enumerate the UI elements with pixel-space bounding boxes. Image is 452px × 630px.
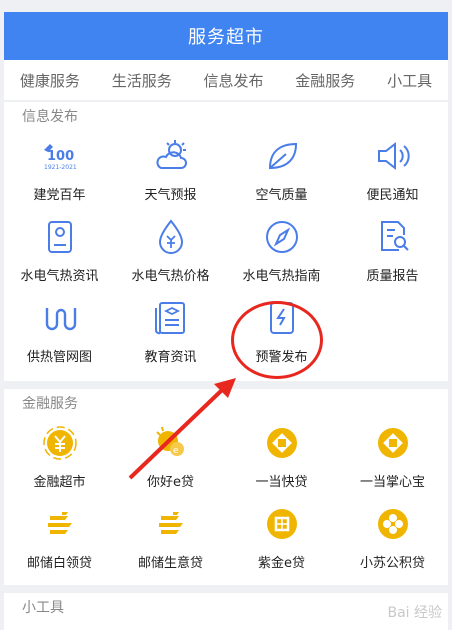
service-air-quality[interactable]: 空气质量 <box>226 132 337 213</box>
service-label: 水电气热资讯 <box>20 269 99 284</box>
service-notice[interactable]: 便民通知 <box>337 132 448 213</box>
section-divider <box>4 381 448 389</box>
service-label: 邮储生意贷 <box>137 556 203 571</box>
service-label: 水电气热价格 <box>131 269 210 284</box>
service-education-news[interactable]: 教育资讯 <box>115 294 226 375</box>
tab-tools[interactable]: 小工具 <box>383 70 436 91</box>
service-label: 预警发布 <box>255 350 308 365</box>
section-divider <box>4 585 448 593</box>
service-heating-network[interactable]: 供热管网图 <box>4 294 115 375</box>
weather-icon <box>155 140 187 169</box>
service-warning[interactable]: 预警发布 <box>226 294 337 375</box>
pipe-network-icon <box>45 308 76 331</box>
svg-text:100: 100 <box>47 149 74 164</box>
service-label: 便民通知 <box>366 188 419 203</box>
service-label: 质量报告 <box>366 269 419 284</box>
document-person-icon <box>47 221 72 253</box>
zijin-icon <box>266 509 297 539</box>
page-header: 服务超市 <box>4 12 448 60</box>
service-label: 邮储白领贷 <box>26 556 92 571</box>
warning-doc-icon <box>269 302 294 334</box>
service-yidang-quick-loan[interactable]: 一当快贷 <box>226 419 337 500</box>
svg-text:1921-2021: 1921-2021 <box>44 164 77 171</box>
info-section: 信息发布 100 1921-2021 建党百年 天气预报 空气质量 便民通知 水… <box>4 102 448 381</box>
yuan-coin-icon <box>42 426 77 460</box>
service-label: 供热管网图 <box>26 350 92 365</box>
service-postal-white-collar[interactable]: 邮储白领贷 <box>4 500 115 581</box>
service-xiaosu-fund-loan[interactable]: 小苏公积贷 <box>337 500 448 581</box>
service-label: 你好e贷 <box>147 475 194 490</box>
education-news-icon <box>154 302 185 335</box>
leaf-icon <box>268 142 297 170</box>
price-drop-icon <box>158 219 183 254</box>
service-label: 水电气热指南 <box>242 269 321 284</box>
report-search-icon <box>380 221 409 251</box>
service-weather[interactable]: 天气预报 <box>115 132 226 213</box>
speaker-icon <box>377 141 410 171</box>
finance-section: 金融服务 金融超市 e 你好e贷 一当快贷 一当掌心宝 邮储白领贷 邮储生意贷 … <box>4 389 448 585</box>
cpc-100-logo-icon: 100 1921-2021 <box>43 144 77 171</box>
service-label: 天气预报 <box>144 188 197 203</box>
section-title-finance: 金融服务 <box>22 396 78 412</box>
service-label: 一当快贷 <box>255 475 308 490</box>
postal-bank-icon <box>47 512 72 534</box>
suzhou-coin-icon <box>377 509 408 539</box>
svg-text:e: e <box>173 446 179 456</box>
service-yidang-palm[interactable]: 一当掌心宝 <box>337 419 448 500</box>
service-label: 一当掌心宝 <box>359 475 425 490</box>
tab-life[interactable]: 生活服务 <box>108 70 176 91</box>
postal-bank-icon <box>158 512 183 534</box>
section-title-tools: 小工具 <box>22 600 64 616</box>
watermark: Bai 经验 <box>387 605 442 621</box>
service-finance-market[interactable]: 金融超市 <box>4 419 115 500</box>
yidang-coin-icon <box>266 428 297 458</box>
app-frame: 服务超市 健康服务 生活服务 信息发布 金融服务 小工具 信息发布 100 19… <box>0 0 452 630</box>
service-label: 小苏公积贷 <box>359 556 425 571</box>
service-label: 空气质量 <box>255 188 308 203</box>
service-cpc-100[interactable]: 100 1921-2021 建党百年 <box>4 132 115 213</box>
service-quality-report[interactable]: 质量报告 <box>337 213 448 294</box>
service-hello-e-loan[interactable]: e 你好e贷 <box>115 419 226 500</box>
service-label: 建党百年 <box>33 188 86 203</box>
service-utility-price[interactable]: 水电气热价格 <box>115 213 226 294</box>
service-label: 紫金e贷 <box>258 556 305 571</box>
service-zijin-e-loan[interactable]: 紫金e贷 <box>226 500 337 581</box>
yidang-coin-icon <box>377 428 408 458</box>
tab-finance[interactable]: 金融服务 <box>291 70 359 91</box>
category-tabs: 健康服务 生活服务 信息发布 金融服务 小工具 <box>4 60 448 100</box>
service-label: 教育资讯 <box>144 350 197 365</box>
hello-e-loan-icon: e <box>155 426 184 456</box>
page-title: 服务超市 <box>188 27 264 48</box>
service-label: 金融超市 <box>33 475 86 490</box>
tab-info[interactable]: 信息发布 <box>199 70 267 91</box>
service-postal-business[interactable]: 邮储生意贷 <box>115 500 226 581</box>
tools-section: 小工具 <box>4 593 448 630</box>
tab-health[interactable]: 健康服务 <box>16 70 84 91</box>
compass-icon <box>265 221 298 253</box>
service-utility-guide[interactable]: 水电气热指南 <box>226 213 337 294</box>
section-title-info: 信息发布 <box>22 109 78 125</box>
service-utility-news[interactable]: 水电气热资讯 <box>4 213 115 294</box>
